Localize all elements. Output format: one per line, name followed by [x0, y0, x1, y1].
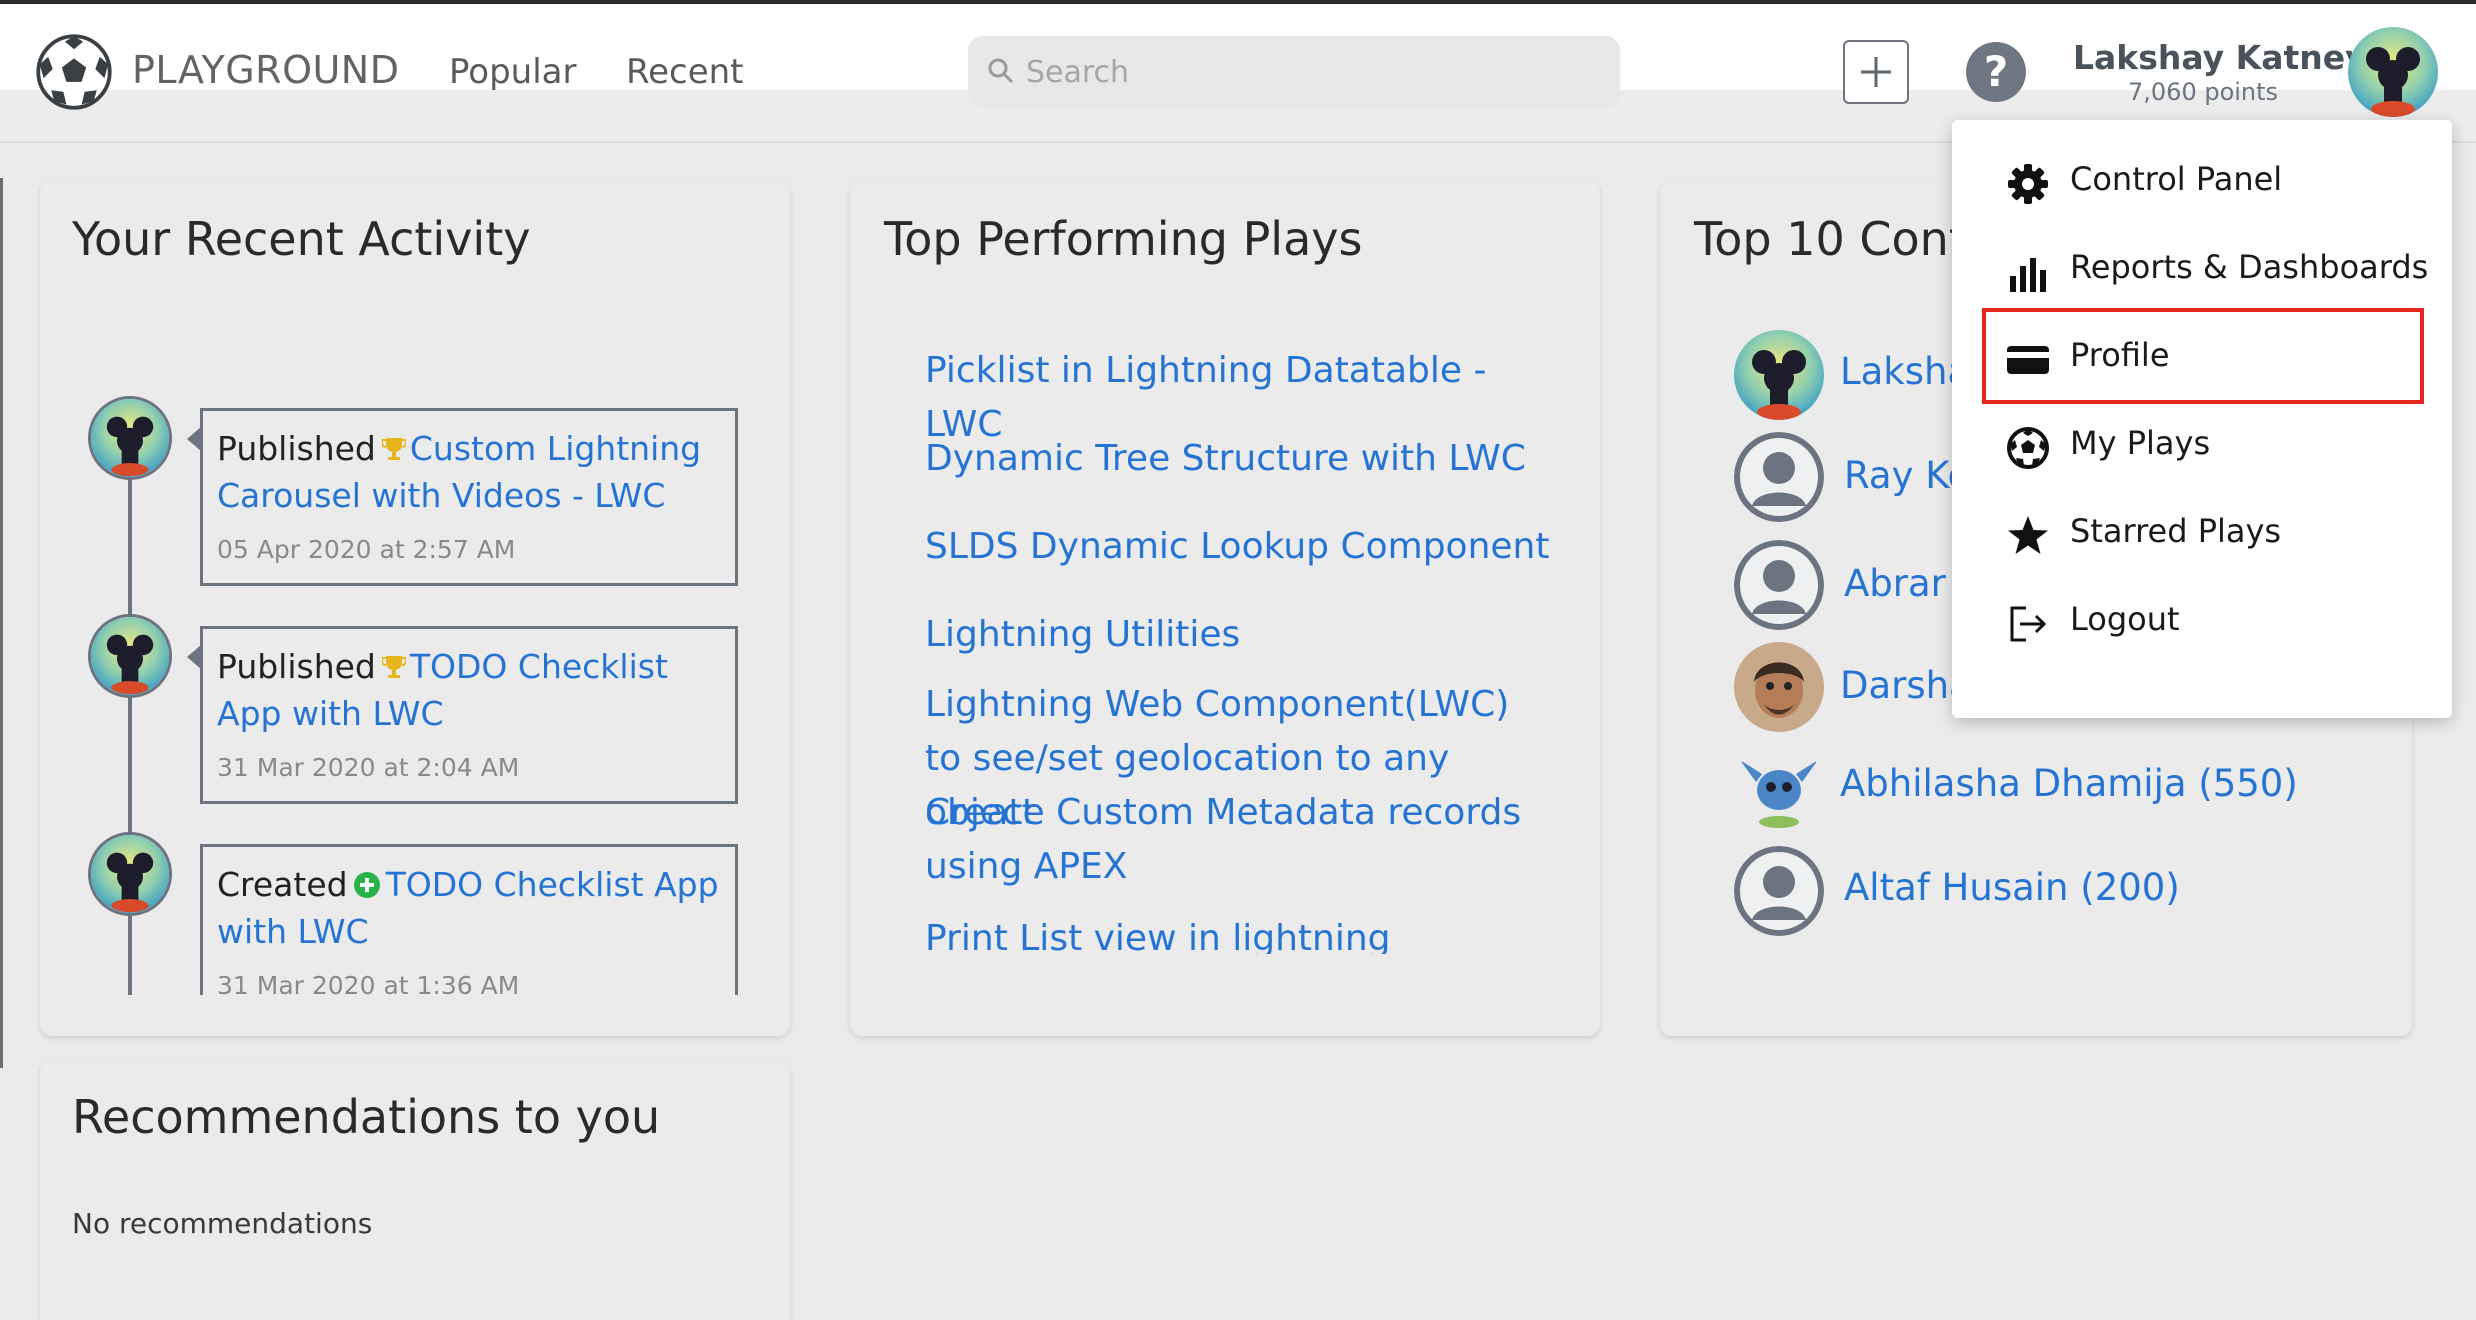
add-play-button[interactable] [1843, 40, 1909, 104]
activity-item: Published Custom Lightning Carousel with … [187, 408, 738, 586]
menu-label: Starred Plays [2070, 512, 2282, 550]
logout-icon [2010, 606, 2047, 642]
help-icon[interactable]: ? [1966, 42, 2026, 102]
user-name[interactable]: Lakshay Katney [2073, 38, 2367, 77]
brand-name[interactable]: PLAYGROUND [132, 48, 399, 92]
activity-item: Created TODO Checklist App with LWC 31 Ma… [200, 844, 738, 995]
contributor-avatar[interactable] [1734, 330, 1824, 420]
activity-action: Published [217, 647, 376, 686]
contributor-avatar[interactable] [1734, 540, 1824, 630]
nav-popular[interactable]: Popular [449, 52, 576, 92]
activity-date: 05 Apr 2020 at 2:57 AM [217, 535, 516, 564]
play-link[interactable]: Lightning Utilities [925, 608, 1565, 662]
activity-action: Published [217, 429, 376, 468]
credit-card-icon [2007, 346, 2049, 374]
search-input[interactable] [1024, 44, 1598, 100]
contributor-name[interactable]: Abhilasha Dhamija (550) [1840, 762, 2298, 805]
search-bar[interactable] [968, 36, 1620, 108]
menu-starred-plays[interactable]: Starred Plays [1952, 490, 2452, 578]
play-link[interactable]: SLDS Dynamic Lookup Component [925, 520, 1565, 574]
left-edge [0, 178, 3, 1068]
menu-label: Logout [2070, 600, 2180, 638]
soccer-ball-logo-icon[interactable] [36, 34, 112, 110]
menu-profile[interactable]: Profile [1952, 314, 2452, 402]
trophy-icon [381, 656, 406, 678]
play-link[interactable]: Dynamic Tree Structure with LWC [925, 432, 1565, 486]
play-link[interactable]: Print List view in lightning [925, 912, 1565, 954]
recommendations-empty: No recommendations [72, 1207, 373, 1240]
soccer-ball-icon [2007, 427, 2049, 469]
contributor-name[interactable]: Abrar [1844, 562, 1946, 605]
menu-label: My Plays [2070, 424, 2211, 462]
timeline-avatar [88, 832, 172, 916]
contributor-avatar[interactable] [1734, 642, 1824, 732]
menu-my-plays[interactable]: My Plays [1952, 402, 2452, 490]
top-contributors-title: Top 10 Cont [1694, 212, 1967, 266]
activity-item: Published TODO Checklist App with LWC 31 … [187, 626, 738, 804]
recent-activity-title: Your Recent Activity [72, 212, 531, 266]
trophy-icon [381, 438, 406, 460]
activity-date: 31 Mar 2020 at 1:36 AM [217, 971, 520, 995]
star-icon [2008, 516, 2048, 554]
contributor-name[interactable]: Altaf Husain (200) [1844, 866, 2180, 909]
contributor-avatar[interactable] [1734, 846, 1824, 936]
menu-reports-dashboards[interactable]: Reports & Dashboards [1952, 226, 2452, 314]
play-link[interactable]: Create Custom Metadata records using APE… [925, 786, 1535, 894]
plus-icon [1861, 57, 1891, 87]
recommendations-title: Recommendations to you [72, 1090, 661, 1144]
timeline-avatar [88, 396, 172, 480]
user-avatar[interactable] [2348, 27, 2438, 117]
contributor-name[interactable]: Laksha [1840, 350, 1970, 393]
user-points: 7,060 points [2128, 78, 2279, 106]
gear-icon [2008, 164, 2048, 204]
menu-label: Profile [2070, 336, 2170, 374]
timeline-avatar [88, 614, 172, 698]
activity-date: 31 Mar 2020 at 2:04 AM [217, 753, 520, 782]
menu-label: Reports & Dashboards [2070, 248, 2429, 286]
menu-control-panel[interactable]: Control Panel [1952, 138, 2452, 226]
menu-label: Control Panel [2070, 160, 2283, 198]
menu-logout[interactable]: Logout [1952, 578, 2452, 666]
user-menu: Control Panel Reports & Dashboards Profi… [1952, 120, 2452, 718]
activity-action: Created [217, 865, 348, 904]
bar-chart-icon [2010, 258, 2046, 292]
contributor-avatar[interactable] [1734, 432, 1824, 522]
top-plays-title: Top Performing Plays [884, 212, 1363, 266]
search-icon [988, 58, 1014, 84]
nav-recent[interactable]: Recent [626, 52, 744, 92]
contributor-avatar[interactable] [1734, 742, 1824, 832]
plus-circle-icon [353, 872, 380, 898]
